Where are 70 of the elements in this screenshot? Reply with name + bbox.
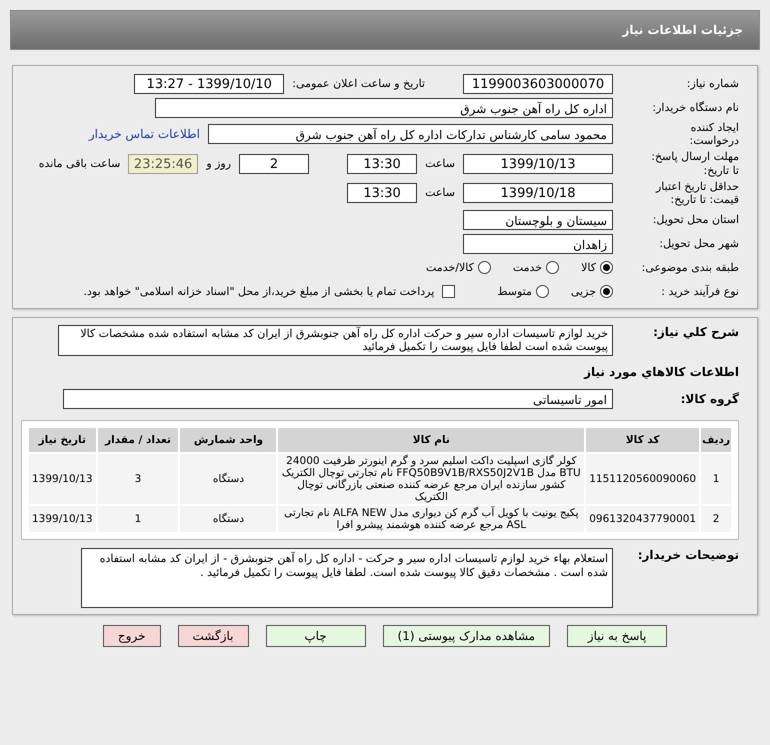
action-button[interactable]: مشاهده مدارک پیوستی (1) (382, 624, 550, 647)
validity-time-field: 13:30 (347, 182, 418, 203)
table-cell: 1399/10/13 (29, 454, 96, 504)
column-header: نام کالا (278, 428, 584, 452)
table-cell: پکیج یونیت با کویل آب گرم کن دیواری مدل ALFA NEW نام تجارتی ASL مرجع عرضه کننده هوشمند پیشرو افرا (278, 506, 584, 532)
table-cell: دستگاه (180, 454, 276, 504)
group-field: امور تاسیساتی (63, 389, 613, 409)
time-label: ساعت (425, 157, 455, 170)
radio-button[interactable] (600, 285, 613, 298)
column-header: تعداد / مقدار (98, 428, 178, 452)
description-field: خرید لوازم تاسیسات اداره سیر و حرکت اداره کل راه آهن جنوبشرق از ایران کد مشابه استفاده شده مشخصات کالا پیوست شده است لطفا فایل پیوست را تکمیل فرمائید (58, 325, 613, 356)
buyer-notes-field: استعلام بهاء خرید لوازم تاسیسات اداره سیر و حرکت - اداره کل راه آهن جنوبشرق - از ایران کد مشابه استفاده شده است . مشخصات دقیق کالا پیوست شده است. لطفا فایل پیوست را تکمیل فرمائید . (81, 548, 613, 608)
radio-option[interactable]: متوسط (497, 285, 549, 298)
remaining-time-field: 23:25:46 (128, 154, 198, 174)
radio-button[interactable] (546, 261, 560, 274)
radio-option[interactable]: جزیی (570, 285, 613, 298)
page-title: جزئیات اطلاعات نیاز (622, 23, 743, 37)
days-label: روز و (206, 157, 232, 170)
column-header: کد کالا (586, 428, 700, 452)
action-button[interactable]: پاسخ به نیاز (567, 624, 668, 647)
field-label: توضیحات خریدار: (636, 548, 739, 562)
radio-option[interactable]: کالا/خدمت (426, 261, 491, 274)
table-cell: 0961320437790001 (586, 506, 700, 532)
radio-button[interactable] (478, 261, 491, 274)
column-header: واحد شمارش (180, 428, 276, 452)
remaining-label: ساعت باقی مانده (38, 157, 120, 170)
action-button[interactable]: بازگشت (178, 624, 248, 647)
validity-date-field: 1399/10/18 (463, 182, 613, 203)
field-label: شهر محل تحویل: (658, 237, 739, 250)
field-label: گروه کالا: (680, 392, 739, 406)
field-label: طبقه بندی موضوعی: (640, 261, 739, 274)
contact-link[interactable]: اطلاعات تماس خریدار (88, 127, 200, 142)
announce-date-field: 1399/10/10 - 13:27 (134, 74, 284, 94)
radio-option[interactable]: خدمت (512, 261, 560, 274)
action-button[interactable]: خروج (102, 624, 160, 647)
section-title: اطلاعات کالاهاي مورد نياز (584, 365, 739, 379)
column-header: ردیف (701, 428, 731, 452)
radio-option[interactable]: کالا (581, 261, 613, 274)
table-cell: 2 (701, 506, 731, 532)
table-cell: 1 (98, 506, 178, 532)
field-label: نام دستگاه خریدار: (651, 100, 739, 114)
table-cell: کولر گازی اسپلیت داکت اسلیم سرد و گرم اینورتر ظرفیت 24000 BTU مدل FFQ50B9V1B/RXS50J2V1B نام تجارتی توچال الکتریک کشور سازنده ایران مرجع عرضه کننده صنعتی بازرگانی توچال الکتریک (278, 454, 584, 504)
column-header: تاریخ نیاز (29, 428, 96, 452)
field-label: نوع فرآیند خرید : (660, 285, 739, 298)
time-label: ساعت (425, 186, 455, 200)
table-cell: 1399/10/13 (29, 506, 96, 532)
table-cell: دستگاه (180, 506, 276, 532)
city-field: زاهدان (463, 234, 613, 254)
table-cell: 3 (98, 454, 178, 504)
payment-note: پرداخت تمام یا بخشی از مبلغ خرید،از محل "اسناد خزانه اسلامی" خواهد بود. (84, 285, 434, 298)
field-label: تاریخ و ساعت اعلان عمومی: (292, 77, 425, 90)
deadline-time-field: 13:30 (347, 154, 418, 174)
creator-field: محمود سامی کارشناس تدارکات اداره کل راه آهن جنوب شرق (208, 124, 613, 144)
field-label: ایجاد کننده درخواست: (688, 121, 739, 148)
buyer-field: اداره کل راه آهن جنوب شرق (155, 98, 613, 118)
action-button[interactable]: چاپ (266, 624, 366, 647)
radio-button[interactable] (600, 261, 613, 274)
need-number-field: 1199003603000070 (463, 74, 613, 94)
field-label: شرح کلي نياز: (652, 325, 739, 340)
deadline-date-field: 1399/10/13 (463, 154, 613, 174)
field-label: حداقل تاریخ اعتبار قیمت: تا تاریخ: (654, 180, 739, 206)
radio-button[interactable] (536, 285, 549, 298)
field-label: مهلت ارسال پاسخ: تا تاریخ: (650, 150, 739, 177)
table-cell: 1 (701, 454, 731, 504)
checkbox[interactable] (442, 285, 456, 298)
field-label: استان محل تحویل: (652, 213, 739, 226)
days-field: 2 (239, 154, 310, 174)
table-cell: 1151120560090060 (586, 454, 700, 504)
province-field: سیستان و بلوچستان (463, 210, 613, 230)
field-label: شماره نیاز: (686, 76, 739, 90)
